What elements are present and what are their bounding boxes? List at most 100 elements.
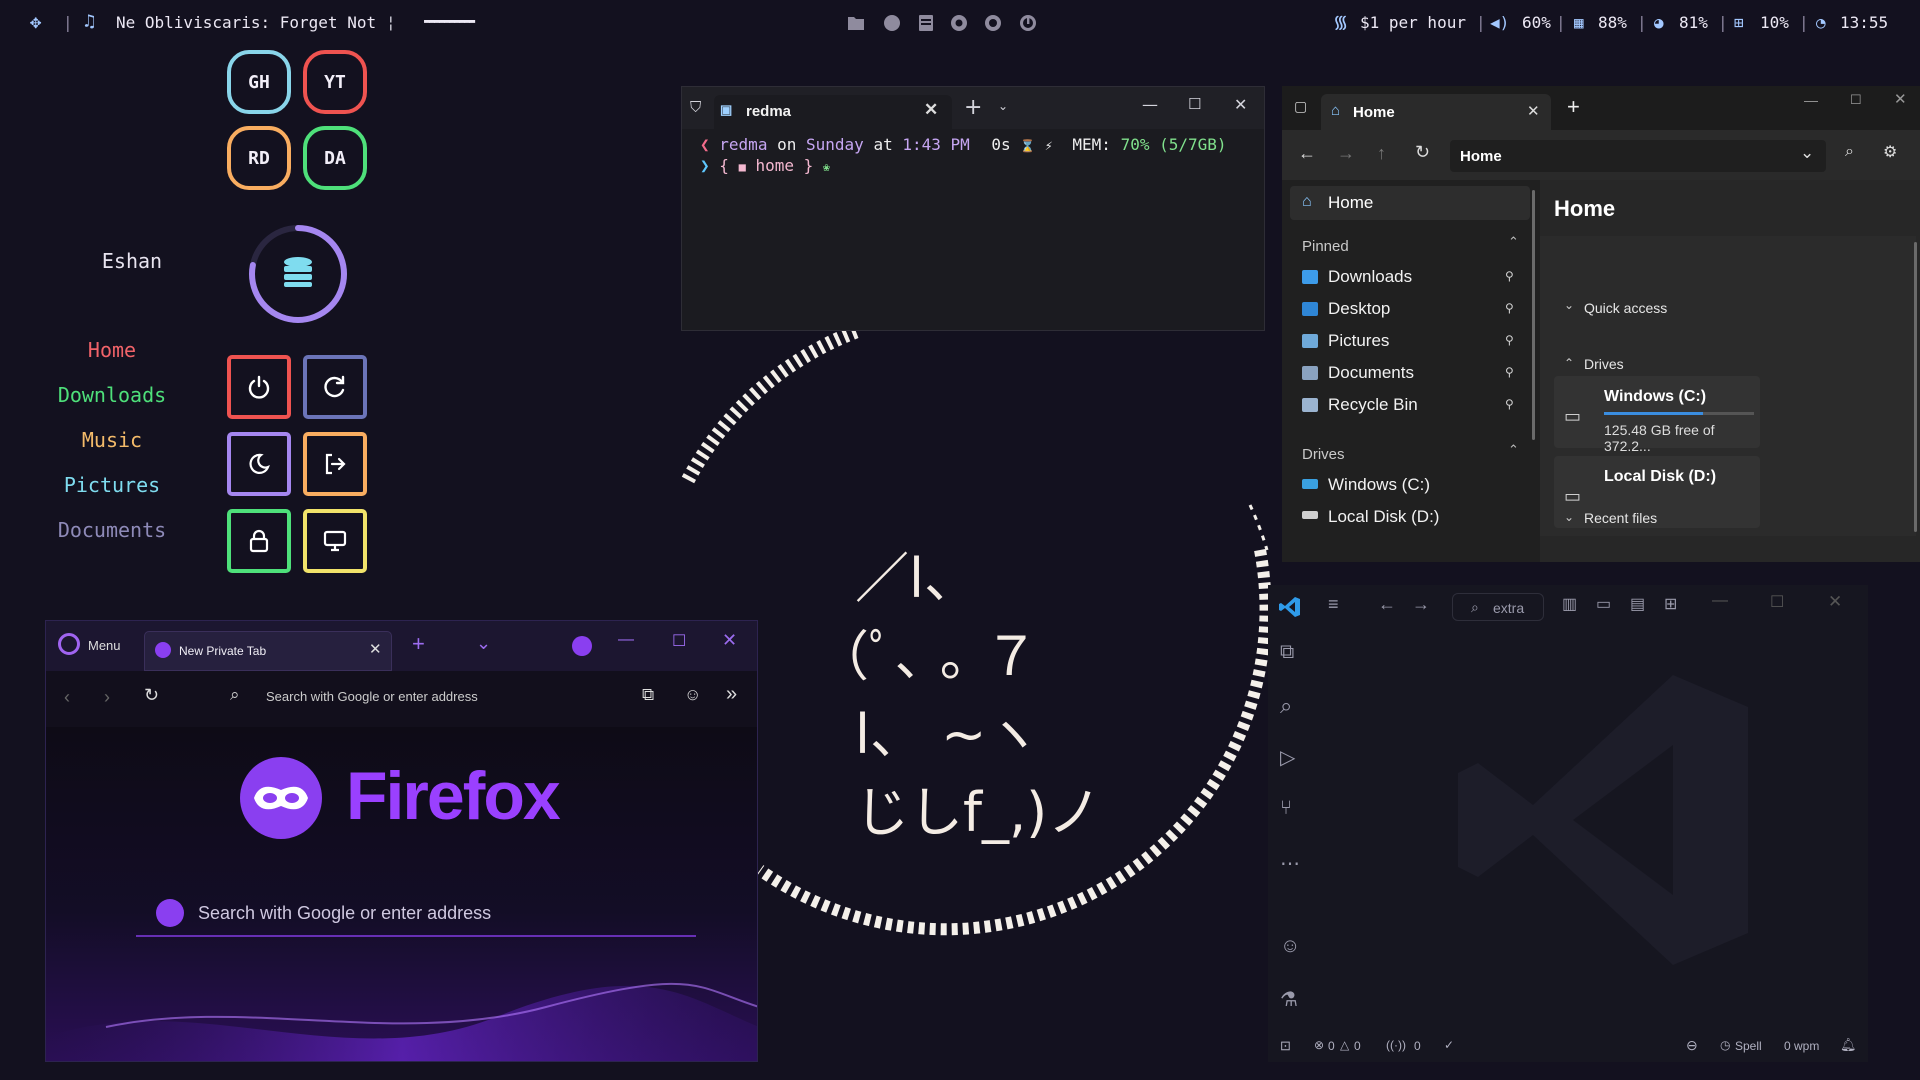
chevron-down-icon[interactable]: ⌄ [998,99,1008,113]
nav-drive-d[interactable]: Local Disk (D:) [1328,507,1439,527]
nav-home-item[interactable]: ⌂ Home [1290,186,1530,220]
back-icon[interactable]: ‹ [64,687,70,708]
search-icon[interactable]: ⌕ [1845,143,1854,161]
nav-pictures[interactable]: Pictures [32,473,192,497]
drives-section-header[interactable]: Drives [1584,356,1624,372]
pinned-item-documents[interactable]: Documents [1328,363,1414,383]
minimize-button[interactable]: — [1804,92,1818,108]
explorer-tab[interactable]: ⌂ Home ✕ [1321,94,1551,130]
warning-count[interactable]: 0 [1354,1039,1361,1053]
up-icon[interactable]: ↑ [1377,143,1386,164]
pinned-item-pictures[interactable]: Pictures [1328,331,1389,351]
volume-icon[interactable]: ◀) [1490,13,1509,32]
close-button[interactable]: ✕ [1828,592,1842,612]
nav-drive-c[interactable]: Windows (C:) [1328,475,1430,495]
content-search-bar[interactable]: Search with Google or enter address [136,891,746,937]
power-button[interactable] [227,355,291,419]
pinned-header[interactable]: Pinned [1302,238,1349,255]
chevron-up-icon[interactable]: ⌃ [1508,234,1519,250]
new-tab-button[interactable]: + [1567,94,1580,120]
bell-icon[interactable]: 🔔︎ [1840,1037,1857,1053]
close-tab-icon[interactable]: ✕ [924,100,938,120]
pinned-item-recycle-bin[interactable]: Recycle Bin [1328,395,1418,415]
errors-icon[interactable]: ⊗ [1314,1038,1324,1052]
menu-button[interactable]: Menu [88,638,121,653]
spell-status[interactable]: Spell [1735,1039,1762,1053]
close-button[interactable]: ✕ [722,630,737,651]
toggle-sidebar-icon[interactable]: ▥ [1562,594,1577,614]
close-button[interactable]: ✕ [1894,90,1907,108]
remote-icon[interactable]: ⊡ [1280,1038,1291,1054]
firefox-tab[interactable]: New Private Tab ✕ [144,631,392,671]
run-debug-icon[interactable]: ▷ [1280,745,1304,769]
account-icon[interactable]: ☺ [684,685,701,705]
chevron-down-icon[interactable]: ⌄ [1564,510,1574,524]
new-tab-button[interactable]: + [964,95,982,120]
recent-files-header[interactable]: Recent files [1584,510,1657,526]
zoom-out-icon[interactable]: ⊖ [1686,1037,1698,1054]
forward-icon[interactable]: → [1337,143,1355,164]
new-tab-button[interactable]: + [412,631,425,657]
firefox-menu-icon[interactable] [58,633,80,655]
account-icon[interactable]: ☺ [1280,935,1304,959]
overflow-menu-icon[interactable]: » [726,683,737,706]
now-playing-title[interactable]: Ne Obliviscaris: Forget Not [116,13,376,32]
reload-icon[interactable]: ↻ [144,685,159,706]
chevron-up-icon[interactable]: ⌃ [1508,442,1519,458]
restart-button[interactable] [303,355,367,419]
check-icon[interactable]: ✓ [1444,1038,1454,1052]
menu-icon[interactable]: ≡ [1328,594,1339,615]
close-button[interactable]: ✕ [1234,95,1247,114]
shortcut-deviantart[interactable]: DA [303,126,367,190]
more-icon[interactable]: ⋯ [1280,851,1304,875]
pinned-item-desktop[interactable]: Desktop [1328,299,1390,319]
drives-header[interactable]: Drives [1302,446,1345,463]
ports-count[interactable]: 0 [1414,1039,1421,1053]
logout-button[interactable] [303,432,367,496]
ports-icon[interactable]: ((·)) [1386,1038,1406,1052]
customize-layout-icon[interactable]: ⊞ [1664,594,1677,614]
lock-button[interactable] [227,509,291,573]
maximize-button[interactable]: ☐ [1770,592,1784,612]
media-progress-bar[interactable]: ▬▬▬▬▬▬▬▬▬▬ [424,16,475,27]
testing-icon[interactable]: ⚗ [1280,987,1304,1011]
terminal-tab[interactable]: ▣ redma ✕ [714,95,952,129]
chevron-down-icon[interactable]: ⌄ [1564,298,1574,312]
refresh-icon[interactable]: ↻ [1415,142,1430,163]
nav-scrollbar[interactable] [1532,190,1535,440]
back-icon[interactable]: ← [1298,143,1316,164]
settings-icon[interactable]: ⚙ [1883,142,1897,162]
chevron-down-icon[interactable]: ⌄ [476,633,491,654]
display-button[interactable] [303,509,367,573]
pinned-item-downloads[interactable]: Downloads [1328,267,1412,287]
address-bar[interactable]: Search with Google or enter address [266,689,478,704]
shortcut-youtube[interactable]: YT [303,50,367,114]
sleep-button[interactable] [227,432,291,496]
shortcut-reddit[interactable]: RD [227,126,291,190]
chevron-up-icon[interactable]: ⌃ [1564,356,1574,370]
minimize-button[interactable]: — [618,631,634,649]
nav-music[interactable]: Music [32,428,192,452]
toggle-secondary-sidebar-icon[interactable]: ▤ [1630,594,1645,614]
toggle-panel-icon[interactable]: ▭ [1596,594,1611,614]
search-icon[interactable]: ⌕ [1280,693,1304,718]
chevron-down-icon[interactable]: ⌄ [1800,143,1814,163]
quick-access-header[interactable]: Quick access [1584,300,1667,316]
wifi-icon[interactable]: ᯾ [1333,10,1348,34]
back-icon[interactable]: ← [1378,594,1396,615]
source-control-icon[interactable]: ⑂ [1280,797,1304,821]
address-bar[interactable]: Home ⌄ [1450,140,1826,172]
drive-card-c[interactable]: ▭ Windows (C:) 125.48 GB free of 372.2..… [1554,376,1760,454]
command-center-search[interactable]: ⌕ extra [1452,593,1544,621]
warning-icon[interactable]: △ [1340,1038,1349,1052]
grid-icon[interactable]: ✥ [30,11,41,33]
maximize-button[interactable]: ☐ [1850,92,1862,108]
close-tab-icon[interactable]: ✕ [369,640,382,658]
content-scrollbar[interactable] [1914,242,1917,532]
shortcut-github[interactable]: GH [227,50,291,114]
error-count[interactable]: 0 [1328,1039,1335,1053]
forward-icon[interactable]: → [1412,594,1430,615]
maximize-button[interactable]: ☐ [672,631,686,651]
extensions-icon[interactable]: ⧉ [642,685,654,705]
maximize-button[interactable]: ☐ [1188,95,1201,113]
